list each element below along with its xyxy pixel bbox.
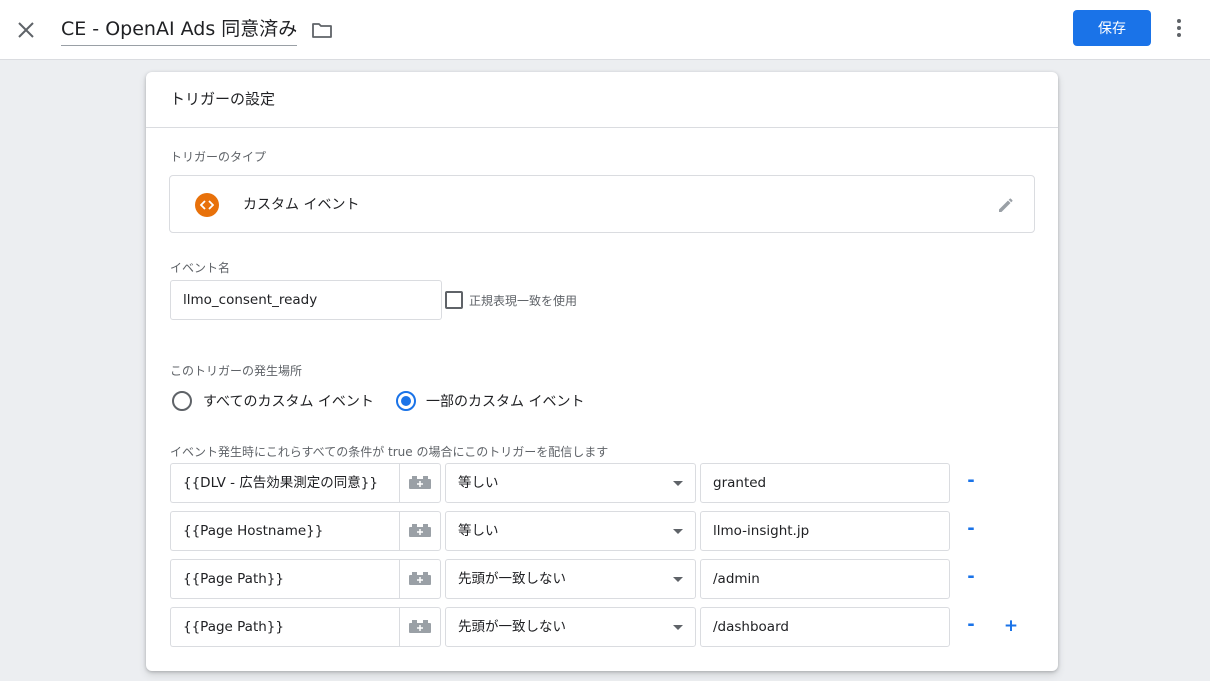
chevron-down-icon — [673, 529, 683, 534]
condition-row: {{DLV - 広告効果測定の同意}} 等しい granted - — [146, 463, 1058, 503]
remove-condition-button[interactable]: - — [963, 565, 979, 589]
trigger-type-selector[interactable]: カスタム イベント — [169, 175, 1035, 233]
condition-row: {{Page Path}} 先頭が一致しない /admin - — [146, 559, 1058, 599]
condition-variable-field[interactable]: {{Page Hostname}} — [170, 511, 400, 551]
variable-picker-icon — [409, 476, 431, 489]
condition-row: {{Page Hostname}} 等しい llmo-insight.jp - — [146, 511, 1058, 551]
condition-value-input[interactable]: /dashboard — [700, 607, 950, 647]
condition-value-input[interactable]: granted — [700, 463, 950, 503]
condition-row: {{Page Path}} 先頭が一致しない /dashboard - + — [146, 607, 1058, 647]
folder-icon — [312, 23, 332, 38]
event-name-label: イベント名 — [170, 261, 231, 275]
close-icon — [18, 22, 34, 38]
condition-variable-field[interactable]: {{Page Path}} — [170, 559, 400, 599]
fires-on-label: このトリガーの発生場所 — [170, 364, 303, 378]
custom-event-icon — [195, 193, 219, 217]
condition-variable-field[interactable]: {{Page Path}} — [170, 607, 400, 647]
conditions-label: イベント発生時にこれらすべての条件が true の場合にこのトリガーを配信します — [170, 445, 609, 459]
variable-picker-icon — [409, 620, 431, 633]
more-vert-icon — [1177, 19, 1181, 37]
chevron-down-icon — [673, 481, 683, 486]
card-header: トリガーの設定 — [146, 72, 1058, 128]
trigger-type-label: トリガーのタイプ — [170, 150, 267, 164]
remove-condition-button[interactable]: - — [963, 517, 979, 541]
operator-value: 等しい — [458, 475, 499, 491]
variable-picker-icon — [409, 572, 431, 585]
edit-icon[interactable] — [994, 193, 1018, 217]
operator-value: 先頭が一致しない — [458, 571, 566, 587]
variable-picker-button[interactable] — [399, 463, 441, 503]
remove-condition-button[interactable]: - — [963, 613, 979, 637]
close-button[interactable] — [12, 16, 40, 44]
save-button[interactable]: 保存 — [1073, 10, 1151, 46]
variable-picker-button[interactable] — [399, 559, 441, 599]
folder-button[interactable] — [310, 18, 334, 42]
trigger-type-name: カスタム イベント — [243, 197, 360, 213]
trigger-config-card: トリガーの設定 トリガーのタイプ カスタム イベント イベント名 llmo_co… — [146, 72, 1058, 671]
remove-condition-button[interactable]: - — [963, 469, 979, 493]
condition-variable-field[interactable]: {{DLV - 広告効果測定の同意}} — [170, 463, 400, 503]
radio-all-custom-events-label: すべてのカスタム イベント — [203, 394, 374, 410]
chevron-down-icon — [673, 577, 683, 582]
add-condition-button[interactable]: + — [1003, 614, 1019, 638]
condition-operator-select[interactable]: 先頭が一致しない — [445, 559, 696, 599]
radio-all-custom-events[interactable] — [172, 391, 192, 411]
regex-checkbox-label: 正規表現一致を使用 — [469, 294, 578, 308]
variable-picker-button[interactable] — [399, 607, 441, 647]
event-name-input[interactable]: llmo_consent_ready — [170, 280, 442, 320]
condition-operator-select[interactable]: 等しい — [445, 511, 696, 551]
operator-value: 等しい — [458, 523, 499, 539]
top-bar: CE - OpenAI Ads 同意済み 保存 — [0, 0, 1210, 60]
variable-picker-icon — [409, 524, 431, 537]
condition-value-input[interactable]: /admin — [700, 559, 950, 599]
radio-some-custom-events-label: 一部のカスタム イベント — [426, 394, 585, 410]
variable-picker-button[interactable] — [399, 511, 441, 551]
condition-value-input[interactable]: llmo-insight.jp — [700, 511, 950, 551]
condition-operator-select[interactable]: 等しい — [445, 463, 696, 503]
operator-value: 先頭が一致しない — [458, 619, 566, 635]
more-options-button[interactable] — [1167, 16, 1191, 40]
regex-checkbox[interactable] — [445, 291, 463, 309]
trigger-title[interactable]: CE - OpenAI Ads 同意済み — [61, 15, 298, 46]
condition-operator-select[interactable]: 先頭が一致しない — [445, 607, 696, 647]
radio-some-custom-events[interactable] — [396, 391, 416, 411]
card-title: トリガーの設定 — [170, 90, 276, 108]
chevron-down-icon — [673, 625, 683, 630]
